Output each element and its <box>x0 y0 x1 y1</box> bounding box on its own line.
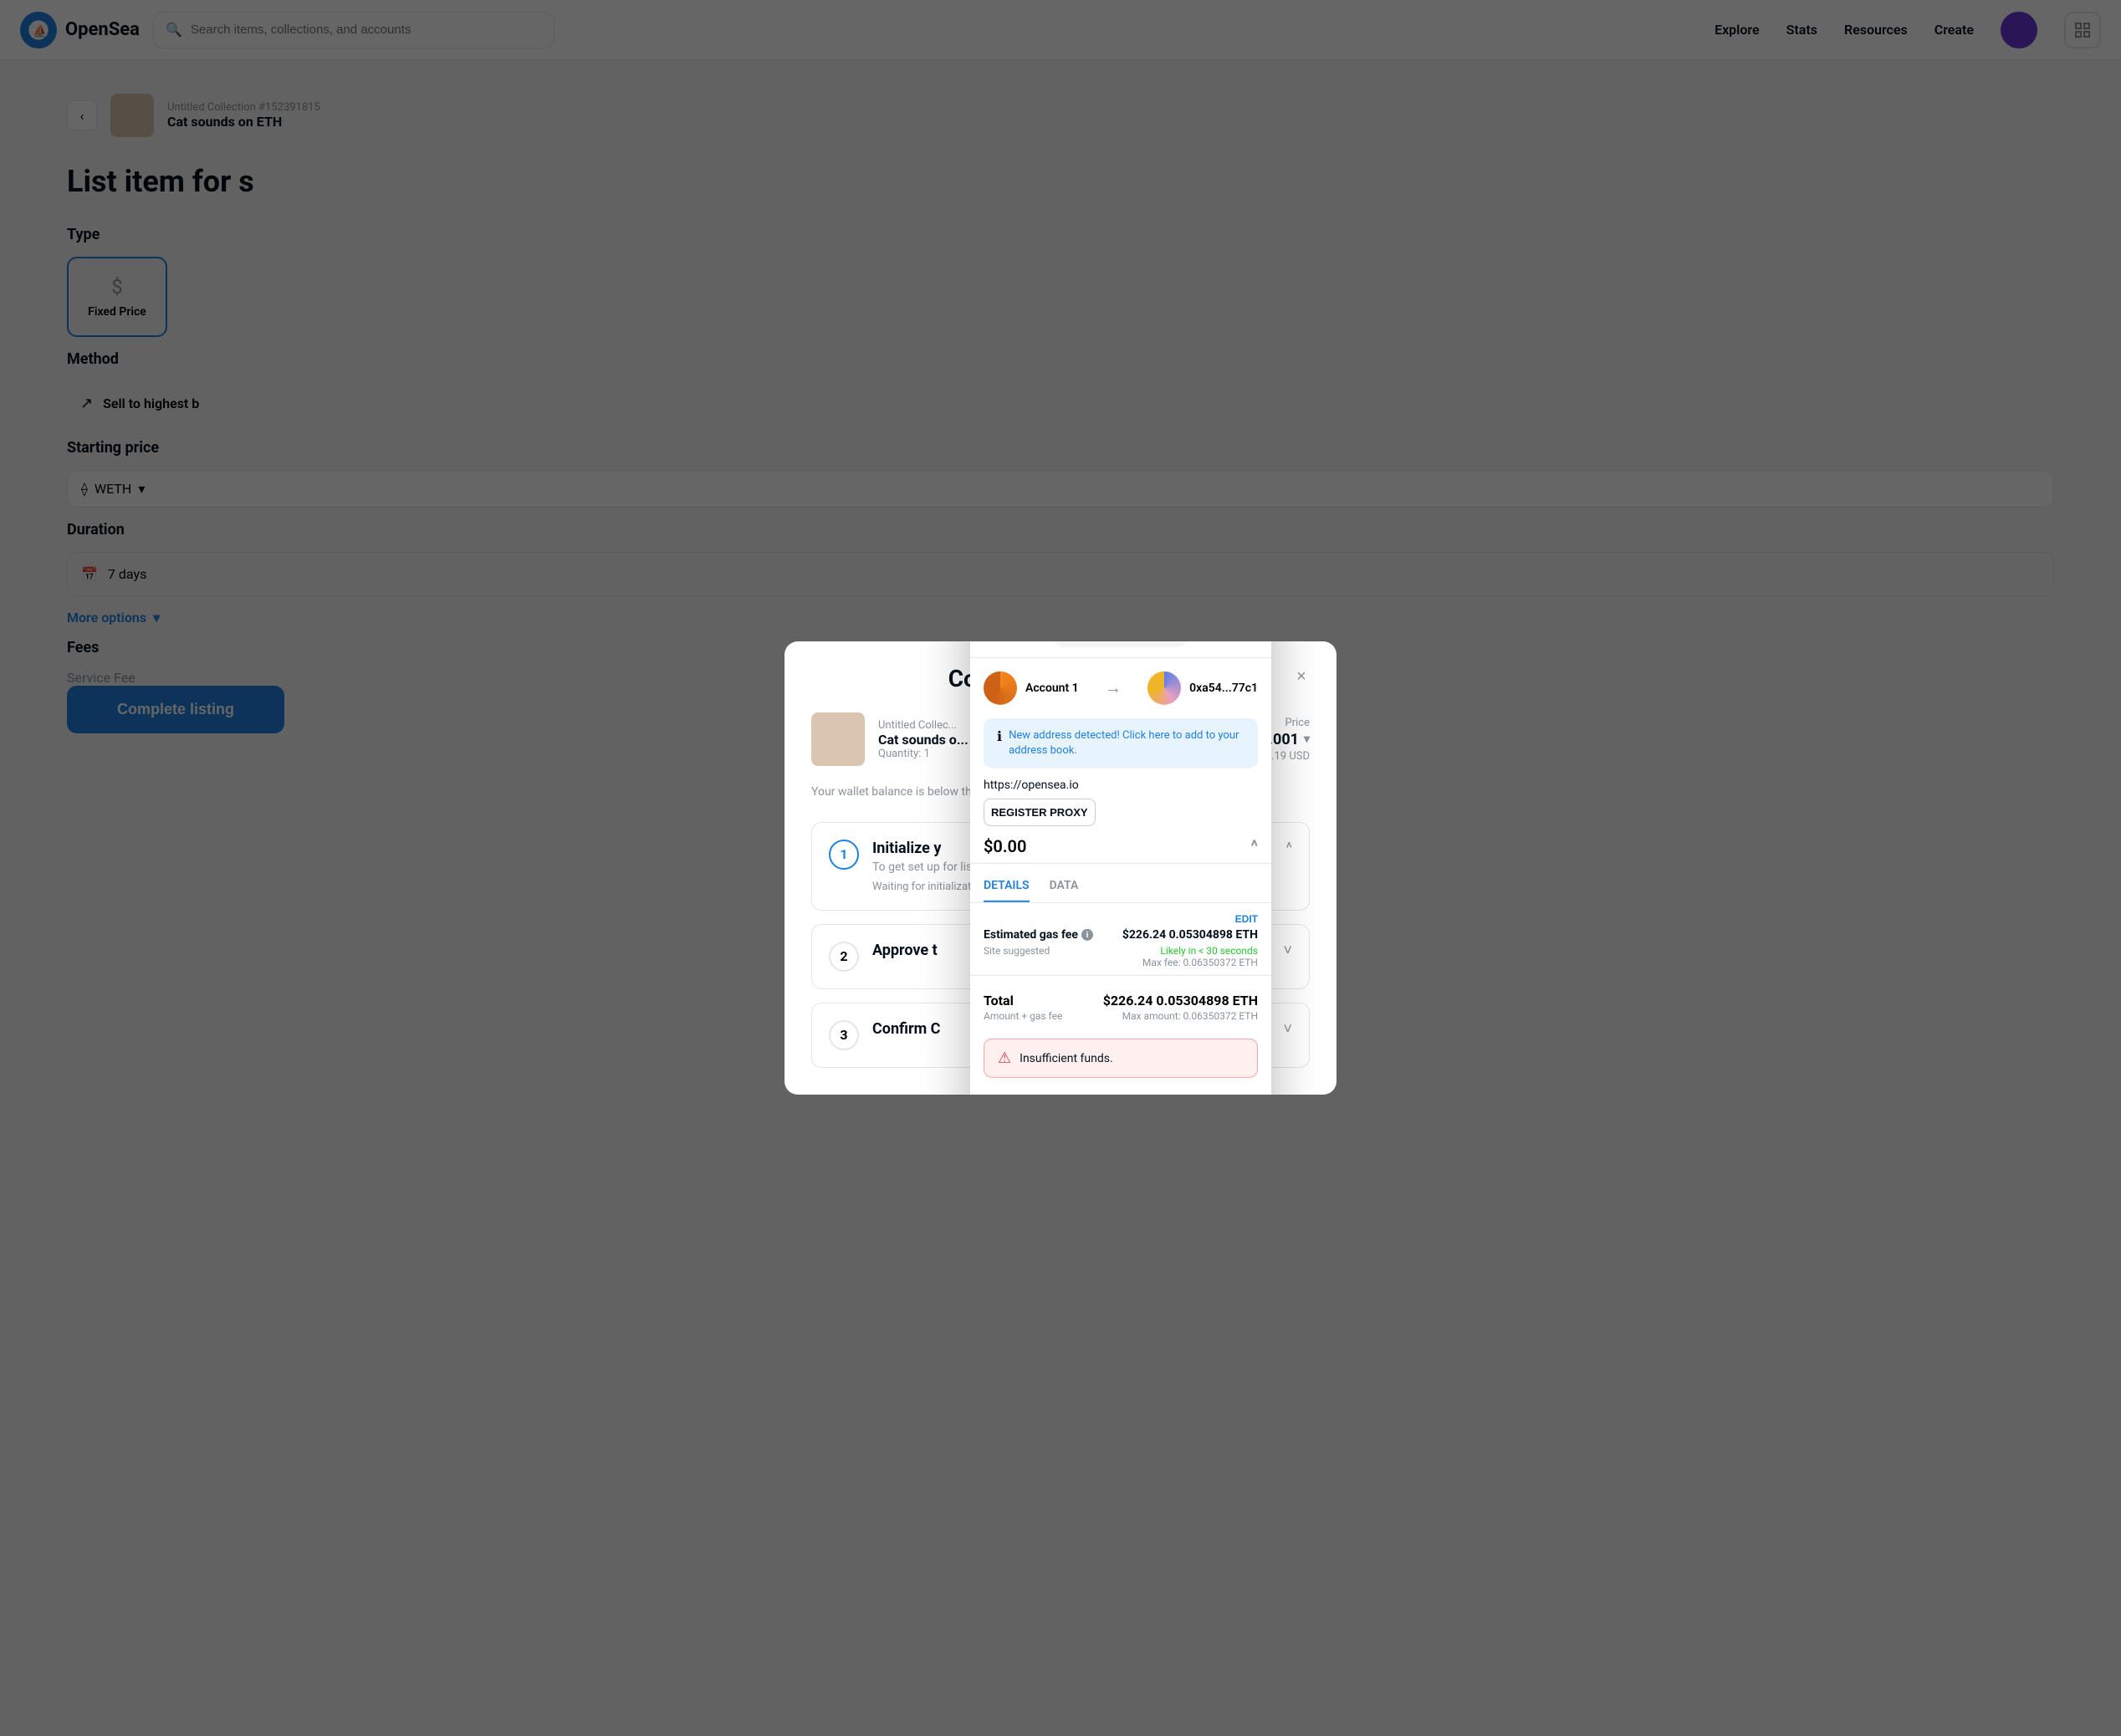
gas-max-fee: Max fee: 0.06350372 ETH <box>1142 957 1258 968</box>
total-label: Total <box>984 993 1014 1008</box>
divider-2 <box>970 975 1271 976</box>
complete-listing-modal: Complete your listing × Untitled Collec.… <box>785 641 1336 1094</box>
to-avatar <box>1147 671 1181 705</box>
info-icon: ℹ <box>997 728 1002 744</box>
chevron-down-icon[interactable]: ▾ <box>1304 733 1310 746</box>
metamask-modal: MetaMask Notification Ethereum Mainnet A… <box>970 641 1271 1094</box>
step-3-chevron-icon: ˅ <box>1283 1020 1292 1038</box>
metamask-accounts: Account 1 → 0xa54...77c1 <box>970 658 1271 718</box>
step-3-number: 3 <box>829 1020 859 1050</box>
amount-chevron-icon[interactable]: ^ <box>1250 836 1258 856</box>
max-amount: Max amount: 0.06350372 ETH <box>1122 1010 1258 1022</box>
transfer-arrow-icon: → <box>1086 677 1141 698</box>
site-suggested-label: Site suggested <box>984 945 1050 968</box>
notice-text: New address detected! Click here to add … <box>1009 728 1244 758</box>
nft-thumbnail <box>811 712 865 766</box>
gas-fee-label: Estimated gas fee i <box>984 928 1093 942</box>
tab-details[interactable]: DETAILS <box>984 871 1030 902</box>
to-account: 0xa54...77c1 <box>1147 671 1258 705</box>
total-section: Total $226.24 0.05304898 ETH Amount + ga… <box>970 983 1271 1032</box>
modal-overlay: Complete your listing × Untitled Collec.… <box>0 0 2121 1736</box>
amount-value: $0.00 <box>984 836 1026 856</box>
network-badge: Ethereum Mainnet <box>1053 641 1188 647</box>
step-1-number: 1 <box>829 840 859 870</box>
metamask-network-header: Ethereum Mainnet <box>970 641 1271 658</box>
to-address: 0xa54...77c1 <box>1189 682 1258 695</box>
gas-sub-right: Likely in < 30 seconds Max fee: 0.063503… <box>1142 945 1258 968</box>
tab-data[interactable]: DATA <box>1050 871 1079 902</box>
gas-edit-button[interactable]: EDIT <box>1235 913 1258 925</box>
insufficient-funds-notice: ⚠ Insufficient funds. <box>984 1039 1258 1078</box>
gas-section: EDIT Estimated gas fee i $226.24 0.05304… <box>970 913 1271 968</box>
step-2-number: 2 <box>829 942 859 972</box>
gas-edit-row: EDIT <box>984 913 1258 925</box>
from-account-name: Account 1 <box>1025 682 1079 695</box>
gas-fee-value: $226.24 0.05304898 ETH <box>1122 928 1258 942</box>
gas-timing: Likely in < 30 seconds <box>1160 945 1258 957</box>
from-avatar <box>984 671 1017 705</box>
modal-close-button[interactable]: × <box>1286 661 1316 692</box>
metamask-url: https://opensea.io <box>970 779 1271 792</box>
step-1-chevron-icon: ^ <box>1285 840 1292 857</box>
gas-sub-row: Site suggested Likely in < 30 seconds Ma… <box>984 945 1258 968</box>
network-name: Ethereum Mainnet <box>1080 641 1176 642</box>
gas-fee-row: Estimated gas fee i $226.24 0.05304898 E… <box>984 928 1258 942</box>
metamask-amount: $0.00 ^ <box>970 836 1271 856</box>
price-label: Price <box>1285 717 1310 729</box>
amount-fee-label: Amount + gas fee <box>984 1010 1062 1022</box>
total-value: $226.24 0.05304898 ETH <box>1103 993 1258 1008</box>
register-proxy-button[interactable]: REGISTER PROXY <box>984 799 1096 826</box>
divider <box>970 863 1271 864</box>
metamask-tabs: DETAILS DATA <box>970 871 1271 903</box>
from-account: Account 1 <box>984 671 1079 705</box>
metamask-action-buttons: Reject Confirm <box>970 1085 1271 1095</box>
warning-icon: ⚠ <box>998 1049 1011 1067</box>
step-2-chevron-icon: ˅ <box>1283 942 1292 959</box>
total-row: Total $226.24 0.05304898 ETH <box>984 993 1258 1008</box>
gas-info-icon[interactable]: i <box>1081 929 1093 941</box>
metamask-notice[interactable]: ℹ New address detected! Click here to ad… <box>984 718 1258 768</box>
total-sub-row: Amount + gas fee Max amount: 0.06350372 … <box>984 1010 1258 1022</box>
insufficient-text: Insufficient funds. <box>1020 1052 1113 1065</box>
